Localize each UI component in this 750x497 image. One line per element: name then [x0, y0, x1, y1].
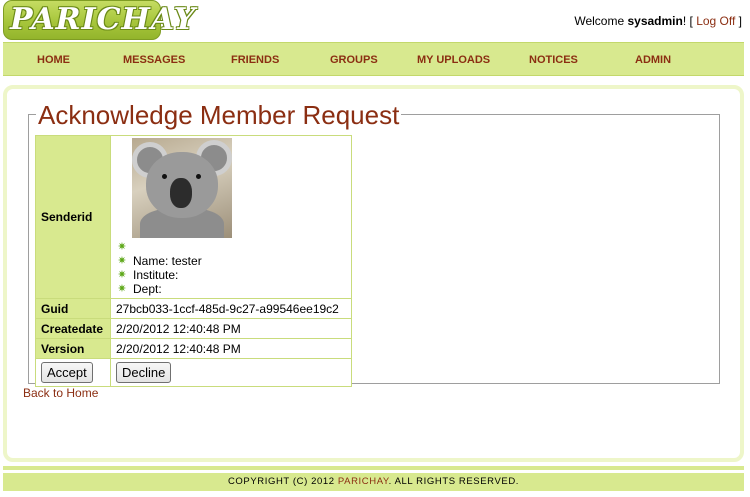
welcome-suffix: ! [ — [682, 14, 697, 28]
footer-brand: PARICHAY — [337, 476, 389, 487]
footer: COPYRIGHT (C) 2012 PARICHAY. ALL RIGHTS … — [3, 473, 744, 491]
logout-link[interactable]: Log Off — [696, 14, 735, 28]
header: PARICHAY Welcome sysadmin! [ Log Off ] — [0, 0, 750, 42]
sender-dept: Dept: — [133, 282, 162, 296]
welcome-message: Welcome sysadmin! [ Log Off ] — [574, 14, 742, 28]
username: sysadmin — [627, 14, 683, 28]
nav-my-uploads[interactable]: MY UPLOADS — [417, 43, 490, 77]
nav-friends[interactable]: FRIENDS — [231, 43, 279, 77]
main-nav: HOME MESSAGES FRIENDS GROUPS MY UPLOADS … — [3, 42, 744, 76]
bullet-icon: ✷ — [117, 255, 127, 267]
table-row-actions: Accept Decline — [35, 358, 352, 387]
logo-text: PARICHAY — [10, 2, 197, 37]
nav-groups[interactable]: GROUPS — [330, 43, 378, 77]
createdate-value: 2/20/2012 12:40:48 PM — [110, 318, 352, 339]
table-row-createdate: Createdate 2/20/2012 12:40:48 PM — [35, 318, 352, 339]
bullet-icon: ✷ — [117, 241, 127, 253]
table-row-version: Version 2/20/2012 12:40:48 PM — [35, 338, 352, 359]
list-item: ✷ Dept: — [116, 282, 346, 296]
bullet-icon: ✷ — [117, 269, 127, 281]
back-to-home-link[interactable]: Back to Home — [23, 386, 98, 400]
list-item: ✷ Institute: — [116, 268, 346, 282]
sender-name: Name: tester — [133, 254, 202, 268]
createdate-label: Createdate — [35, 318, 111, 339]
list-item: ✷ Name: tester — [116, 254, 346, 268]
nav-home[interactable]: HOME — [37, 43, 70, 77]
version-label: Version — [35, 338, 111, 359]
sender-photo — [132, 138, 232, 238]
nav-messages[interactable]: MESSAGES — [123, 43, 185, 77]
logout-suffix: ] — [735, 14, 742, 28]
request-details-table: Senderid ✷ ✷ Name: tester ✷ Institute: ✷ De… — [35, 135, 352, 387]
guid-label: Guid — [35, 298, 111, 319]
decline-cell: Decline — [110, 358, 352, 387]
parichay-logo[interactable]: PARICHAY — [3, 0, 197, 40]
sender-info-list: ✷ ✷ Name: tester ✷ Institute: ✷ Dept: — [116, 240, 346, 296]
footer-divider — [3, 466, 744, 470]
footer-suffix: . ALL RIGHTS RESERVED. — [388, 476, 520, 487]
nav-notices[interactable]: NOTICES — [529, 43, 578, 77]
decline-button[interactable]: Decline — [116, 362, 172, 383]
nav-admin[interactable]: ADMIN — [635, 43, 671, 77]
table-row-guid: Guid 27bcb033-1ccf-485d-9c27-a99546ee19c… — [35, 298, 352, 319]
senderid-label: Senderid — [35, 135, 111, 299]
page-title: Acknowledge Member Request — [36, 98, 402, 132]
list-item: ✷ — [116, 240, 346, 254]
welcome-prefix: Welcome — [574, 14, 628, 28]
table-row-senderid: Senderid ✷ ✷ Name: tester ✷ Institute: ✷ De… — [35, 135, 352, 299]
accept-button[interactable]: Accept — [41, 362, 93, 383]
bullet-icon: ✷ — [117, 283, 127, 295]
accept-cell: Accept — [35, 358, 111, 387]
sender-institute: Institute: — [133, 268, 179, 282]
guid-value: 27bcb033-1ccf-485d-9c27-a99546ee19c2 — [110, 298, 352, 319]
version-value: 2/20/2012 12:40:48 PM — [110, 338, 352, 359]
senderid-value: ✷ ✷ Name: tester ✷ Institute: ✷ Dept: — [110, 135, 352, 299]
footer-prefix: COPYRIGHT (C) 2012 — [227, 476, 338, 487]
